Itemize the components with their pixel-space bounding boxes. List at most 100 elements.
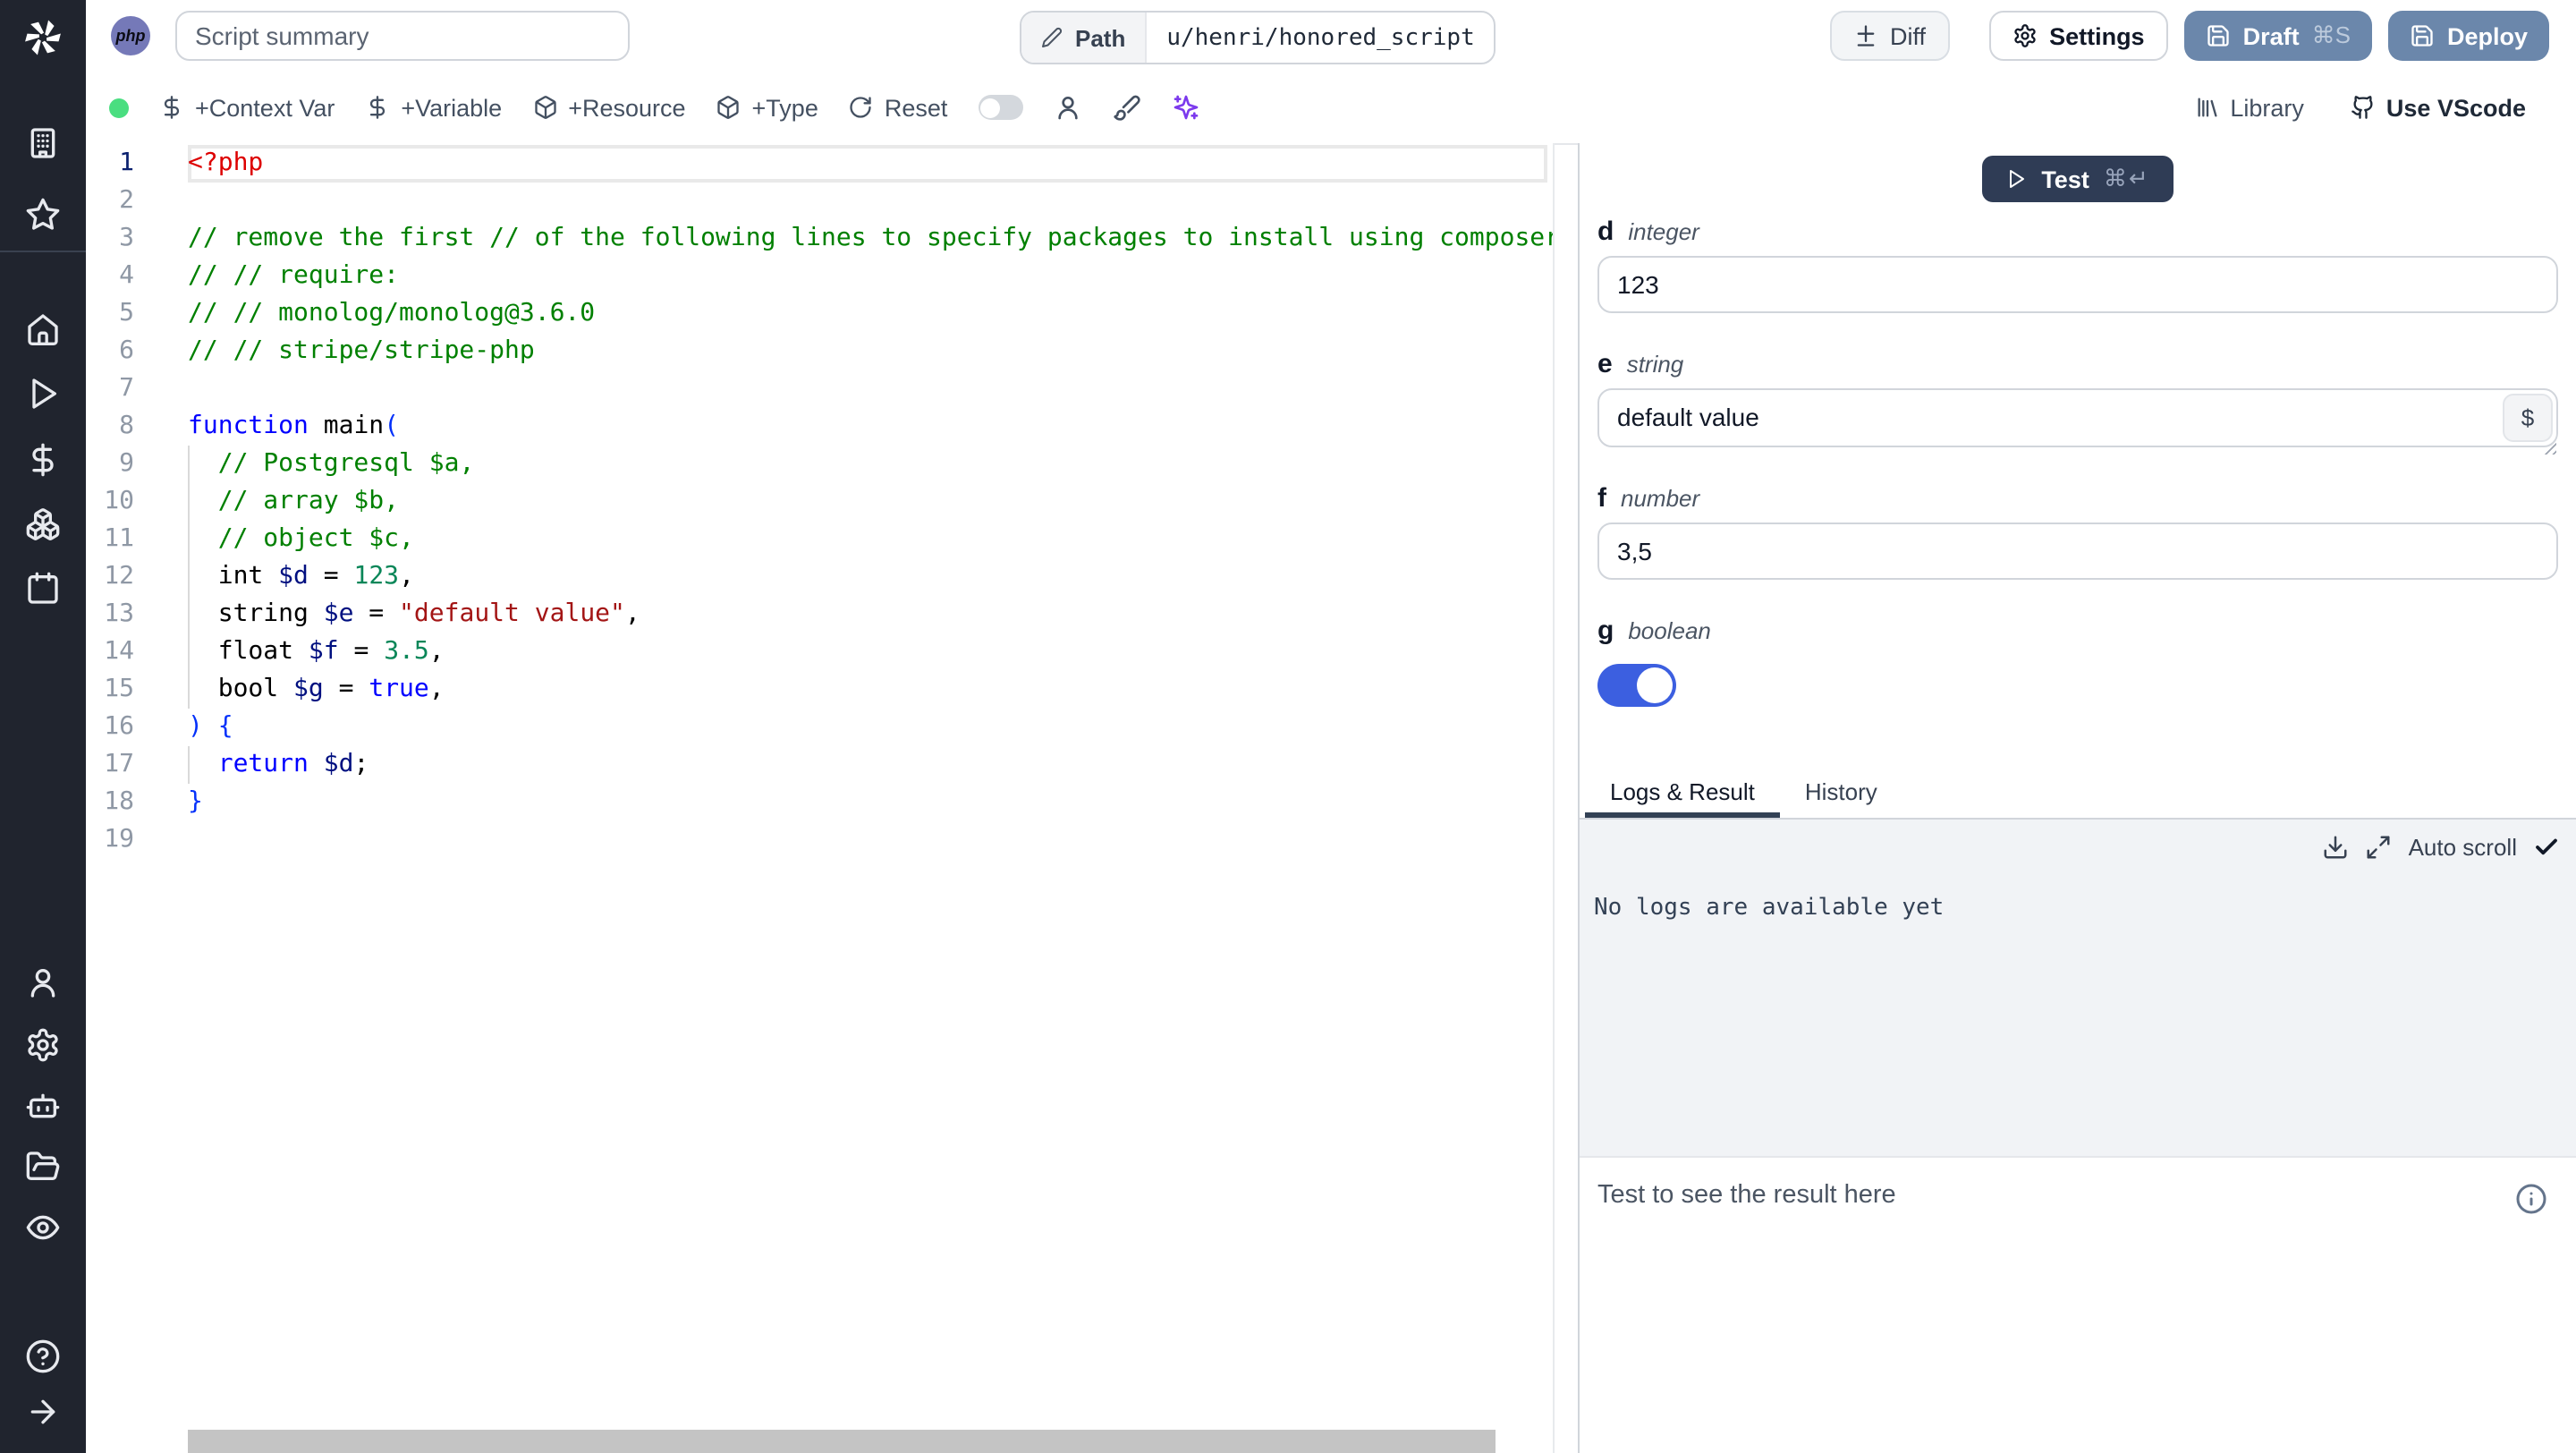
save-icon (2410, 23, 2435, 48)
add-resource-button[interactable]: +Resource (532, 94, 686, 121)
draft-shortcut: ⌘S (2311, 21, 2351, 48)
summary-input[interactable] (175, 11, 630, 61)
diff-icon (1852, 23, 1877, 48)
add-context-var-button[interactable]: +Context Var (159, 94, 335, 121)
line-number[interactable]: 1 (86, 145, 134, 183)
horizontal-scrollbar[interactable] (188, 1430, 1496, 1453)
tab-logs-result[interactable]: Logs & Result (1585, 771, 1780, 818)
code-line: // // stripe/stripe-php (188, 336, 535, 365)
line-number[interactable]: 17 (86, 746, 134, 784)
line-number[interactable]: 6 (86, 333, 134, 370)
code-line: // Postgresql $a, (217, 449, 475, 478)
add-variable-button[interactable]: +Variable (365, 94, 502, 121)
path-field[interactable]: Path u/henri/honored_script (1020, 11, 1496, 64)
field-g-toggle[interactable] (1597, 664, 1676, 707)
audit-logs-icon[interactable] (25, 1210, 61, 1245)
status-dot (109, 98, 129, 117)
language-badge: php (111, 16, 150, 55)
variables-icon[interactable] (25, 442, 61, 478)
deploy-button[interactable]: Deploy (2387, 11, 2549, 61)
gutter: 1 2 3 4 5 6 7 8 9 10 11 12 13 14 15 16 17 18 19 (86, 145, 134, 859)
autoscroll-label[interactable]: Auto scroll (2409, 834, 2517, 861)
ai-sparkles-icon[interactable] (1171, 93, 1199, 122)
dollar-icon (365, 95, 390, 120)
assistant-toggle[interactable] (978, 95, 1023, 120)
code-line: } (188, 787, 203, 816)
line-number[interactable]: 5 (86, 295, 134, 333)
code-line: float $f = 3.5, (188, 637, 445, 666)
argument-fields: d integer e string default value $ (1580, 217, 2576, 707)
line-number[interactable]: 8 (86, 408, 134, 446)
use-vscode-button[interactable]: Use VScode (2351, 94, 2526, 121)
code-line: function main( (188, 412, 400, 440)
save-icon (2206, 23, 2231, 48)
insert-variable-button[interactable]: $ (2503, 394, 2553, 442)
field-d: d integer (1597, 217, 2558, 313)
code-line: // // require: (188, 261, 400, 290)
gear-icon (2012, 23, 2037, 48)
users-icon[interactable] (25, 964, 61, 1000)
resources-icon[interactable] (25, 506, 61, 542)
download-logs-icon[interactable] (2323, 834, 2350, 861)
line-number[interactable]: 9 (86, 446, 134, 483)
line-number[interactable]: 4 (86, 258, 134, 295)
pencil-icon (1041, 27, 1063, 48)
line-number[interactable]: 3 (86, 220, 134, 258)
line-number[interactable]: 7 (86, 370, 134, 408)
line-number[interactable]: 14 (86, 633, 134, 671)
line-number[interactable]: 19 (86, 821, 134, 859)
line-number[interactable]: 10 (86, 483, 134, 521)
expand-sidebar-icon[interactable] (25, 1394, 61, 1430)
format-brush-icon[interactable] (1112, 93, 1140, 122)
draft-button[interactable]: Draft ⌘S (2183, 11, 2372, 61)
library-icon (2194, 95, 2219, 120)
schedules-icon[interactable] (25, 571, 61, 607)
path-value: u/henri/honored_script (1166, 24, 1475, 51)
test-button[interactable]: Test ⌘↵ (1982, 156, 2174, 202)
code-editor[interactable]: 1 2 3 4 5 6 7 8 9 10 11 12 13 14 15 16 17 18 19 <?php// re… (86, 143, 1553, 1453)
diff-button[interactable]: Diff (1829, 11, 1950, 61)
dollar-icon (159, 95, 184, 120)
code-line: return $d; (217, 750, 369, 778)
library-button[interactable]: Library (2194, 94, 2304, 121)
runs-icon[interactable] (25, 376, 61, 412)
help-icon[interactable] (25, 1338, 61, 1374)
add-type-button[interactable]: +Type (716, 94, 818, 121)
settings-icon[interactable] (25, 1027, 61, 1063)
result-placeholder: Test to see the result here (1597, 1181, 1896, 1210)
line-number[interactable]: 15 (86, 671, 134, 709)
user-icon[interactable] (1053, 93, 1081, 122)
workspace-icon[interactable] (25, 125, 61, 161)
line-number[interactable]: 16 (86, 709, 134, 746)
field-f-input[interactable] (1597, 523, 2558, 580)
line-number[interactable]: 18 (86, 784, 134, 821)
folders-icon[interactable] (25, 1149, 61, 1185)
autoscroll-check-icon[interactable] (2533, 834, 2560, 861)
tab-history[interactable]: History (1780, 771, 1902, 818)
settings-button[interactable]: Settings (1988, 11, 2168, 61)
field-e-textarea[interactable]: default value (1597, 388, 2558, 447)
line-number[interactable]: 2 (86, 183, 134, 220)
line-number[interactable]: 11 (86, 521, 134, 558)
code-line: // remove the first // of the following … (188, 224, 1553, 252)
logs-toolbar: Auto scroll (1580, 820, 2576, 861)
editor-panel-splitter[interactable] (1553, 143, 1555, 1453)
line-number[interactable]: 12 (86, 558, 134, 596)
reset-button[interactable]: Reset (849, 94, 947, 121)
info-icon[interactable] (2515, 1183, 2547, 1215)
line-number[interactable]: 13 (86, 596, 134, 633)
test-shortcut: ⌘↵ (2103, 165, 2150, 191)
sidebar (0, 0, 86, 1453)
workers-icon[interactable] (25, 1088, 61, 1124)
script-editor-app: php Path u/henri/honored_script Diff Set… (0, 0, 2576, 1453)
field-d-input[interactable] (1597, 256, 2558, 313)
favorites-icon[interactable] (25, 197, 61, 233)
sidebar-divider (0, 251, 86, 252)
home-icon[interactable] (25, 311, 61, 347)
field-g: g boolean (1597, 616, 2558, 707)
expand-logs-icon[interactable] (2366, 834, 2393, 861)
windmill-logo-icon[interactable] (20, 14, 66, 61)
